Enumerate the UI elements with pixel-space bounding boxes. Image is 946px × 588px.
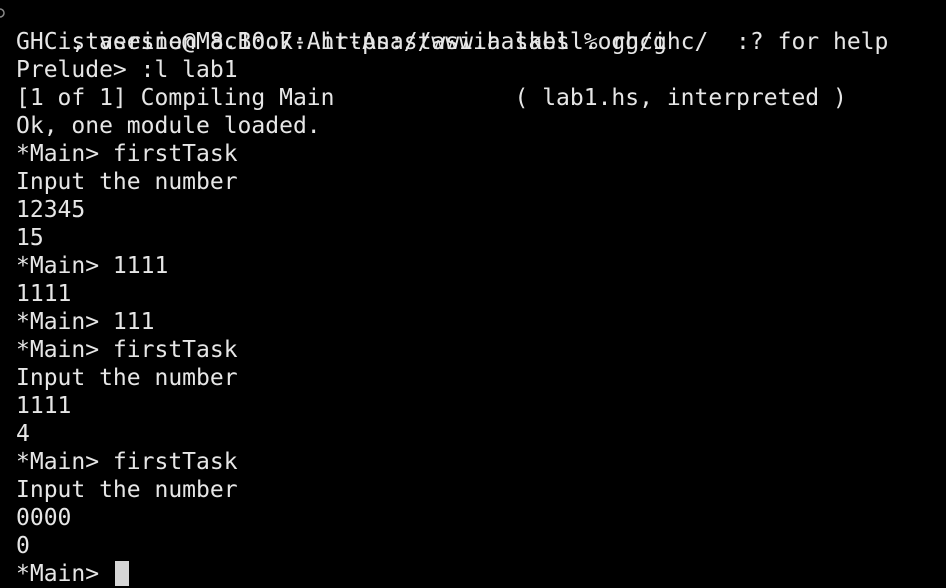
terminal-line: 12345 (0, 196, 946, 224)
main-command-line: *Main> firstTask (16, 337, 238, 363)
terminal-line: Input the number (0, 168, 946, 196)
compiling-line: [1 of 1] Compiling Main ( lab1.hs, inter… (16, 85, 847, 111)
output-line: Input the number (16, 477, 238, 503)
terminal-line: *Main> 111 (0, 308, 946, 336)
main-command-line: *Main> 111 (16, 309, 155, 335)
input-line: 0000 (16, 505, 72, 531)
terminal-line: Input the number (0, 476, 946, 504)
ghci-version-line: GHCi, version 8.10.7: https://www.haskel… (16, 29, 889, 55)
terminal-line: 1111 (0, 280, 946, 308)
terminal-line: 1111 (0, 392, 946, 420)
main-command-line: *Main> firstTask (16, 141, 238, 167)
main-command-line: *Main> firstTask (16, 449, 238, 475)
module-loaded-line: Ok, one module loaded. (16, 113, 321, 139)
main-prompt: *Main> (16, 561, 113, 587)
terminal-line: *Main> firstTask (0, 336, 946, 364)
output-line: 1111 (16, 281, 72, 307)
terminal-line: 0 (0, 532, 946, 560)
terminal-line: Input the number (0, 364, 946, 392)
terminal-line: Ok, one module loaded. (0, 112, 946, 140)
terminal-line: 4 (0, 420, 946, 448)
terminal-line: GHCi, version 8.10.7: https://www.haskel… (0, 28, 946, 56)
terminal-line: staseine@MacBook-Air-Anastasiia labs % g… (0, 0, 946, 55)
output-line: 0 (16, 533, 30, 559)
terminal-line: 15 (0, 224, 946, 252)
input-line: 12345 (16, 197, 86, 223)
terminal-line: *Main> firstTask (0, 448, 946, 476)
output-line: Input the number (16, 365, 238, 391)
terminal-line: *Main> firstTask (0, 140, 946, 168)
output-line: 15 (16, 225, 44, 251)
prompt-marker-icon (0, 0, 12, 28)
terminal-line: Prelude> :l lab1 (0, 56, 946, 84)
output-line: Input the number (16, 169, 238, 195)
terminal-line: [1 of 1] Compiling Main ( lab1.hs, inter… (0, 84, 946, 112)
text-cursor[interactable] (114, 561, 129, 586)
terminal-window[interactable]: staseine@MacBook-Air-Anastasiia labs % g… (0, 0, 946, 588)
terminal-line: *Main> 1111 (0, 252, 946, 280)
input-line: 1111 (16, 393, 72, 419)
output-line: 4 (16, 421, 30, 447)
main-command-line: *Main> 1111 (16, 253, 169, 279)
terminal-line: 0000 (0, 504, 946, 532)
prelude-load-line: Prelude> :l lab1 (16, 57, 238, 83)
active-prompt-line[interactable]: *Main> (0, 560, 946, 588)
